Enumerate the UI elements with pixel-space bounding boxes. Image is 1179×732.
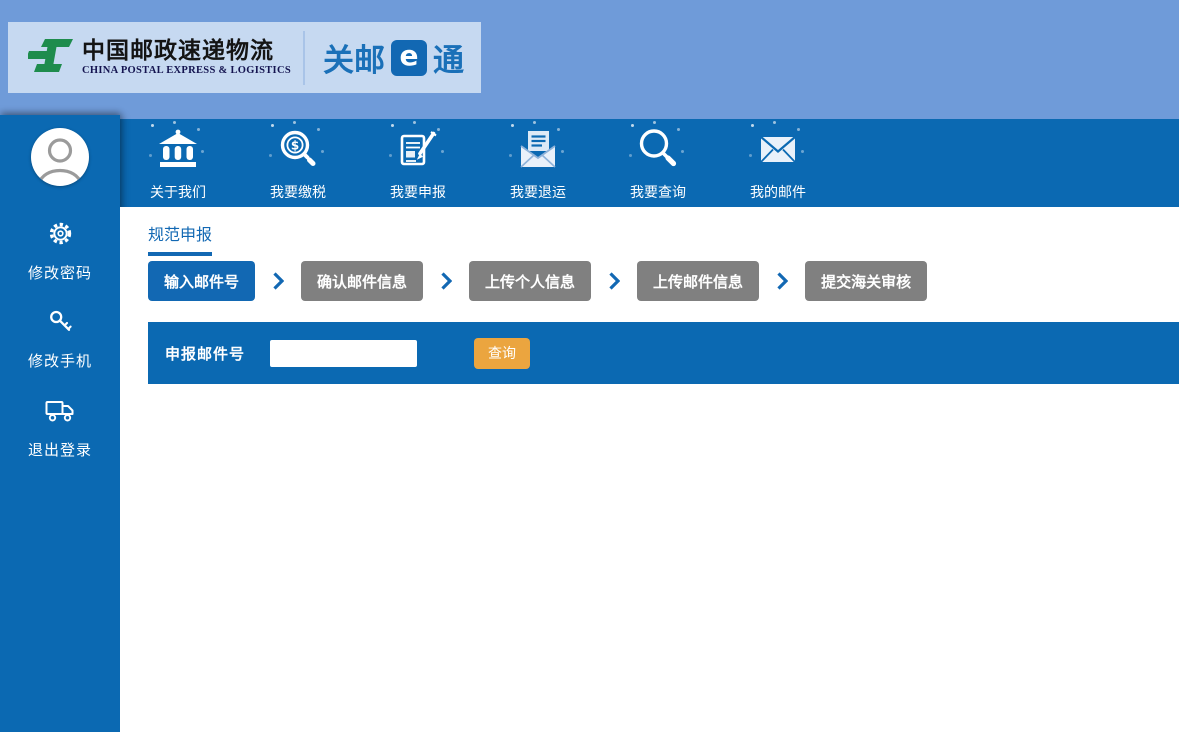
step-submit-customs-review[interactable]: 提交海关审核 xyxy=(805,261,927,301)
product-logo-right: 通 xyxy=(433,35,464,80)
mail-envelope-icon xyxy=(755,127,801,173)
nav-label: 关于我们 xyxy=(150,182,206,202)
step-chevron-icon xyxy=(423,272,469,290)
tab-standard-declaration[interactable]: 规范申报 xyxy=(148,221,212,256)
china-post-logo-icon xyxy=(28,39,74,77)
sidebar-item-label: 退出登录 xyxy=(0,439,120,460)
brand-text: 中国邮政速递物流 CHINA POSTAL EXPRESS & LOGISTIC… xyxy=(82,39,291,76)
step-confirm-mail-info[interactable]: 确认邮件信息 xyxy=(301,261,423,301)
nav-item-query[interactable]: 我要查询 xyxy=(613,119,703,202)
declaration-mail-number-label: 申报邮件号 xyxy=(165,343,245,364)
nav-label: 我的邮件 xyxy=(750,182,806,202)
user-avatar xyxy=(31,128,89,186)
sidebar-item-change-password[interactable]: 修改密码 xyxy=(0,221,120,283)
nav-label: 我要缴税 xyxy=(270,182,326,202)
nav-label: 我要申报 xyxy=(390,182,446,202)
key-icon xyxy=(48,309,73,338)
step-chevron-icon xyxy=(759,272,805,290)
bank-building-icon xyxy=(155,127,201,173)
nav-label: 我要查询 xyxy=(630,182,686,202)
search-magnifier-icon xyxy=(635,127,681,173)
main-content: 规范申报 输入邮件号 确认邮件信息 上传个人信息 上传邮件信息 提交海关审核 申… xyxy=(120,207,1179,732)
nav-item-my-mail[interactable]: 我的邮件 xyxy=(733,119,823,202)
nav-item-pay-tax[interactable]: $ 我要缴税 xyxy=(253,119,343,202)
nav-item-declare[interactable]: 我要申报 xyxy=(373,119,463,202)
step-upload-mail-info[interactable]: 上传邮件信息 xyxy=(637,261,759,301)
step-chevron-icon xyxy=(255,272,301,290)
brand-name-cn: 中国邮政速递物流 xyxy=(82,39,291,63)
main-nav: 关于我们 $ 我要缴税 xyxy=(120,119,1179,207)
product-logo: 关邮 e 通 xyxy=(323,35,464,80)
declare-document-pen-icon xyxy=(395,127,441,173)
product-logo-e-badge: e xyxy=(391,40,427,76)
sidebar-item-label: 修改手机 xyxy=(0,350,120,371)
app-window: 中国邮政速递物流 CHINA POSTAL EXPRESS & LOGISTIC… xyxy=(0,0,1179,732)
banner-divider xyxy=(303,31,305,85)
step-upload-personal-info[interactable]: 上传个人信息 xyxy=(469,261,591,301)
brand-banner: 中国邮政速递物流 CHINA POSTAL EXPRESS & LOGISTIC… xyxy=(8,22,481,93)
gear-icon xyxy=(48,221,73,250)
product-logo-left: 关邮 xyxy=(323,35,385,80)
declaration-mail-number-input[interactable] xyxy=(270,340,417,367)
sidebar-item-logout[interactable]: 退出登录 xyxy=(0,399,120,460)
truck-icon xyxy=(45,399,75,427)
tax-coin-magnifier-icon: $ xyxy=(275,127,321,173)
sidebar-item-change-phone[interactable]: 修改手机 xyxy=(0,309,120,371)
declaration-query-bar: 申报邮件号 查询 xyxy=(148,322,1179,384)
query-button[interactable]: 查询 xyxy=(474,338,530,369)
person-icon xyxy=(31,128,89,186)
nav-item-about-us[interactable]: 关于我们 xyxy=(133,119,223,202)
svg-text:$: $ xyxy=(291,139,299,153)
step-chevron-icon xyxy=(591,272,637,290)
top-band: 中国邮政速递物流 CHINA POSTAL EXPRESS & LOGISTIC… xyxy=(0,0,1179,119)
step-wizard: 输入邮件号 确认邮件信息 上传个人信息 上传邮件信息 提交海关审核 xyxy=(148,261,927,301)
return-open-envelope-icon xyxy=(515,127,561,173)
sidebar: 修改密码 修改手机 退出登录 xyxy=(0,115,120,732)
nav-item-return-shipment[interactable]: 我要退运 xyxy=(493,119,583,202)
brand-name-en: CHINA POSTAL EXPRESS & LOGISTICS xyxy=(82,65,291,76)
nav-label: 我要退运 xyxy=(510,182,566,202)
sidebar-item-label: 修改密码 xyxy=(0,262,120,283)
step-enter-mail-number[interactable]: 输入邮件号 xyxy=(148,261,255,301)
